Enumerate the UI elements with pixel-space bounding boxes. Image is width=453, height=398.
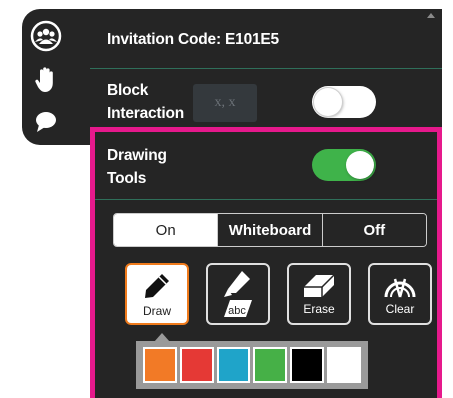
mode-whiteboard-button[interactable]: Whiteboard bbox=[217, 214, 322, 246]
drawing-tools-label-line1: Drawing bbox=[107, 147, 167, 164]
mode-off-button[interactable]: Off bbox=[321, 214, 426, 246]
chat-icon[interactable] bbox=[22, 109, 70, 135]
eraser-icon bbox=[304, 274, 335, 297]
clear-gauge-icon bbox=[384, 278, 416, 298]
block-interaction-label-line2: Interaction bbox=[107, 105, 185, 122]
highlighter-tool-button[interactable]: abc bbox=[206, 263, 270, 325]
color-swatch-1[interactable] bbox=[143, 347, 177, 383]
highlighter-label: abc bbox=[228, 305, 246, 317]
mode-on-button[interactable]: On bbox=[114, 214, 218, 246]
raise-hand-icon[interactable] bbox=[22, 65, 70, 95]
drawing-tools-label-line2: Tools bbox=[107, 170, 147, 187]
color-swatch-5[interactable] bbox=[290, 347, 325, 383]
draw-tool-label: Draw bbox=[142, 304, 171, 318]
toggle-knob bbox=[346, 151, 374, 179]
draw-tool-button[interactable]: Draw bbox=[125, 263, 189, 325]
drawing-tools-toggle[interactable] bbox=[312, 149, 376, 181]
clear-tool-button[interactable]: Clear bbox=[368, 263, 432, 325]
erase-tool-button[interactable]: Erase bbox=[287, 263, 351, 325]
divider bbox=[95, 199, 437, 200]
left-rail bbox=[22, 9, 90, 145]
erase-tool-label: Erase bbox=[303, 302, 335, 316]
color-swatch-3[interactable] bbox=[216, 347, 251, 383]
block-interaction-label-line1: Block bbox=[107, 82, 149, 99]
divider bbox=[90, 68, 442, 69]
pen-icon bbox=[145, 274, 169, 298]
color-swatch-2[interactable] bbox=[179, 347, 214, 383]
color-palette bbox=[136, 341, 368, 389]
highlighter-icon: abc bbox=[224, 271, 252, 317]
participants-icon[interactable] bbox=[22, 19, 70, 53]
color-swatch-6[interactable] bbox=[327, 347, 361, 383]
formula-button-behind: x, x bbox=[193, 84, 257, 122]
toggle-knob bbox=[314, 88, 342, 116]
collapse-caret-icon[interactable] bbox=[427, 13, 435, 18]
drawing-mode-selector: On Whiteboard Off bbox=[113, 213, 427, 247]
block-interaction-toggle[interactable] bbox=[312, 86, 376, 118]
invitation-code-label: Invitation Code: E101E5 bbox=[107, 31, 279, 48]
color-swatch-4[interactable] bbox=[253, 347, 288, 383]
clear-tool-label: Clear bbox=[385, 302, 415, 316]
